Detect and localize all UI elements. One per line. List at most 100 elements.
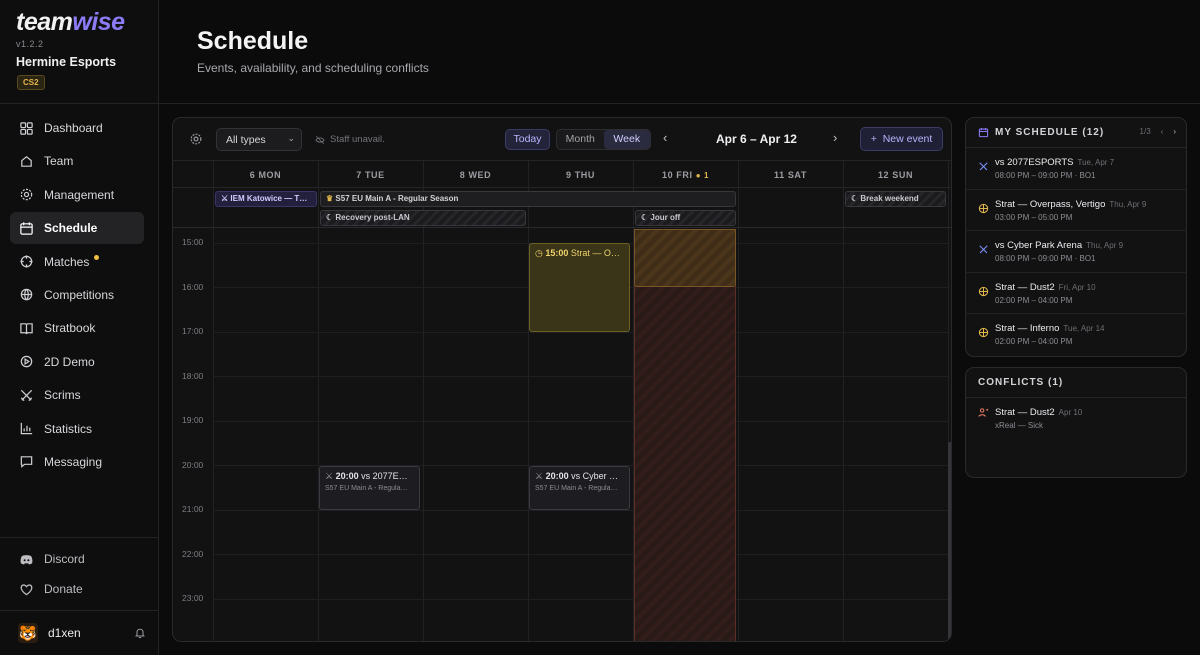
schedule-item[interactable]: Strat — Overpass, Vertigo Thu, Apr 9 03:0… xyxy=(966,190,1186,231)
allday-event-recovery[interactable]: ☾ Recovery post-LAN xyxy=(320,210,526,226)
sidebar-item-label: Schedule xyxy=(44,221,98,236)
user-warning-icon xyxy=(978,408,989,417)
chevron-right-icon[interactable]: › xyxy=(1173,127,1176,136)
swords-icon: ⚔ xyxy=(535,471,544,481)
scrollbar[interactable] xyxy=(948,442,951,641)
sidebar-divider xyxy=(0,610,159,611)
sidebar-item-matches[interactable]: Matches xyxy=(10,246,144,278)
conflicts-title: CONFLICTS (1) xyxy=(978,377,1064,388)
schedule-item[interactable]: Strat — Dust2 Fri, Apr 10 02:00 PM – 04:0… xyxy=(966,273,1186,314)
hour-label: 15:00 xyxy=(182,237,204,247)
allday-event-jour-off[interactable]: ☾ Jour off xyxy=(635,210,736,226)
sidebar-item-label: Team xyxy=(44,154,74,169)
demo-icon xyxy=(20,355,33,368)
discord-link[interactable]: Discord xyxy=(10,544,144,574)
event-match-cyber[interactable]: ⚔ 20:00 vs Cyber … S57 EU Main A - Regul… xyxy=(529,466,630,510)
grid-line xyxy=(528,160,529,641)
day-header-sun[interactable]: 12 SUN xyxy=(843,161,948,189)
calendar-settings-icon[interactable] xyxy=(189,132,203,146)
strat-icon xyxy=(978,286,989,296)
hour-line xyxy=(213,376,948,377)
day-label: 10 FRI xyxy=(661,170,693,180)
today-button[interactable]: Today xyxy=(505,129,550,150)
moon-icon: ☾ xyxy=(851,194,859,203)
hour-label: 16:00 xyxy=(182,282,204,292)
hour-line xyxy=(213,599,948,600)
bell-icon[interactable] xyxy=(134,627,146,639)
donate-link[interactable]: Donate xyxy=(10,574,144,604)
new-event-button[interactable]: + New event xyxy=(860,127,943,151)
schedule-item[interactable]: vs Cyber Park Arena Thu, Apr 9 08:00 PM –… xyxy=(966,231,1186,273)
team-icon xyxy=(21,155,32,167)
staff-unavailability-toggle[interactable]: Staff unavail. xyxy=(315,134,385,145)
day-header-tue[interactable]: 7 TUE xyxy=(318,161,423,189)
all-day-row: ⚔ IEM Katowice — T… ♛ S57 EU Main A - Re… xyxy=(173,188,951,228)
day-header-mon[interactable]: 6 MON xyxy=(213,161,318,189)
unavailability-block[interactable] xyxy=(634,229,736,641)
calendar-toolbar: All types ⌄ Staff unavail. Today Month W… xyxy=(173,118,951,160)
schedule-item[interactable]: vs 2077ESPORTS Tue, Apr 7 08:00 PM – 09:0… xyxy=(966,148,1186,190)
chart-icon xyxy=(20,422,33,435)
dashboard-icon xyxy=(20,121,33,135)
book-icon xyxy=(20,323,33,335)
sidebar-item-dashboard[interactable]: Dashboard xyxy=(10,112,144,144)
event-match-2077[interactable]: ⚔ 20:00 vs 2077E… S57 EU Main A - Regula… xyxy=(319,466,420,510)
my-schedule-header: MY SCHEDULE (12) 1/3 ‹ › xyxy=(966,118,1186,148)
sidebar-divider xyxy=(0,103,159,104)
grid-line xyxy=(318,160,319,641)
game-badge: CS2 xyxy=(17,75,45,90)
event-strat[interactable]: ◷ 15:00 Strat — O… xyxy=(529,243,630,332)
month-view-button[interactable]: Month xyxy=(557,130,604,149)
user-profile[interactable]: 🐯 d1xen xyxy=(18,622,146,644)
grid-line xyxy=(423,160,424,641)
view-switcher: Month Week xyxy=(556,129,651,150)
conflict-count-badge: ● 1 xyxy=(695,171,710,180)
sidebar-item-label: Management xyxy=(44,187,115,202)
grid-line xyxy=(213,160,214,641)
event-type-filter[interactable]: All types ⌄ xyxy=(216,128,302,151)
sidebar-item-label: Competitions xyxy=(44,287,115,302)
sidebar-item-2d-demo[interactable]: 2D Demo xyxy=(10,346,144,378)
day-header-wed[interactable]: 8 WED xyxy=(423,161,528,189)
hour-label: 23:00 xyxy=(182,593,204,603)
allday-event-break[interactable]: ☾ Break weekend xyxy=(845,191,946,207)
week-view-button[interactable]: Week xyxy=(603,130,650,149)
strat-icon xyxy=(978,327,989,338)
unavailability-conflict-block[interactable] xyxy=(634,229,736,287)
day-header-fri[interactable]: 10 FRI ● 1 xyxy=(633,161,738,189)
chevron-right-icon[interactable]: › xyxy=(833,130,837,145)
message-icon xyxy=(20,456,33,469)
day-header-sat[interactable]: 11 SAT xyxy=(738,161,843,189)
sidebar-item-messaging[interactable]: Messaging xyxy=(10,446,144,478)
allday-event-s57[interactable]: ♛ S57 EU Main A - Regular Season xyxy=(320,191,736,207)
schedule-item[interactable]: Strat — Inferno Tue, Apr 14 02:00 PM – 04… xyxy=(966,314,1186,356)
grid-line xyxy=(738,160,739,641)
team-name[interactable]: Hermine Esports xyxy=(16,55,116,69)
sidebar-item-label: Scrims xyxy=(44,388,81,403)
sidebar-item-stratbook[interactable]: Stratbook xyxy=(10,312,144,344)
swords-icon xyxy=(979,162,988,171)
day-header-thu[interactable]: 9 THU xyxy=(528,161,633,189)
conflict-item[interactable]: Strat — Dust2 Apr 10 xReal — Sick xyxy=(966,398,1186,438)
hour-line xyxy=(213,332,948,333)
date-range: Apr 6 – Apr 12 xyxy=(716,132,797,146)
app-logo[interactable]: teamwise xyxy=(16,8,125,37)
sidebar-item-management[interactable]: Management xyxy=(10,179,144,211)
header-divider xyxy=(159,103,1200,104)
allday-event-iem[interactable]: ⚔ IEM Katowice — T… xyxy=(215,191,317,207)
sidebar-item-scrims[interactable]: Scrims xyxy=(10,379,144,411)
moon-icon: ☾ xyxy=(326,213,334,222)
pager-count: 1/3 xyxy=(1139,127,1151,136)
chevron-left-icon[interactable]: ‹ xyxy=(663,130,667,145)
chevron-down-icon: ⌄ xyxy=(287,133,295,143)
swords-icon xyxy=(979,245,988,254)
my-schedule-panel: MY SCHEDULE (12) 1/3 ‹ › vs 2077ESPORTS Tue… xyxy=(965,117,1187,357)
sidebar-divider xyxy=(0,537,159,538)
sidebar-item-schedule[interactable]: Schedule xyxy=(10,212,144,245)
sidebar-item-team[interactable]: Team xyxy=(10,145,144,177)
sidebar-item-label: Matches xyxy=(44,254,90,269)
sidebar-item-statistics[interactable]: Statistics xyxy=(10,413,144,445)
sidebar-item-competitions[interactable]: Competitions xyxy=(10,279,144,311)
chevron-left-icon[interactable]: ‹ xyxy=(1161,127,1164,136)
hour-label: 19:00 xyxy=(182,415,204,425)
